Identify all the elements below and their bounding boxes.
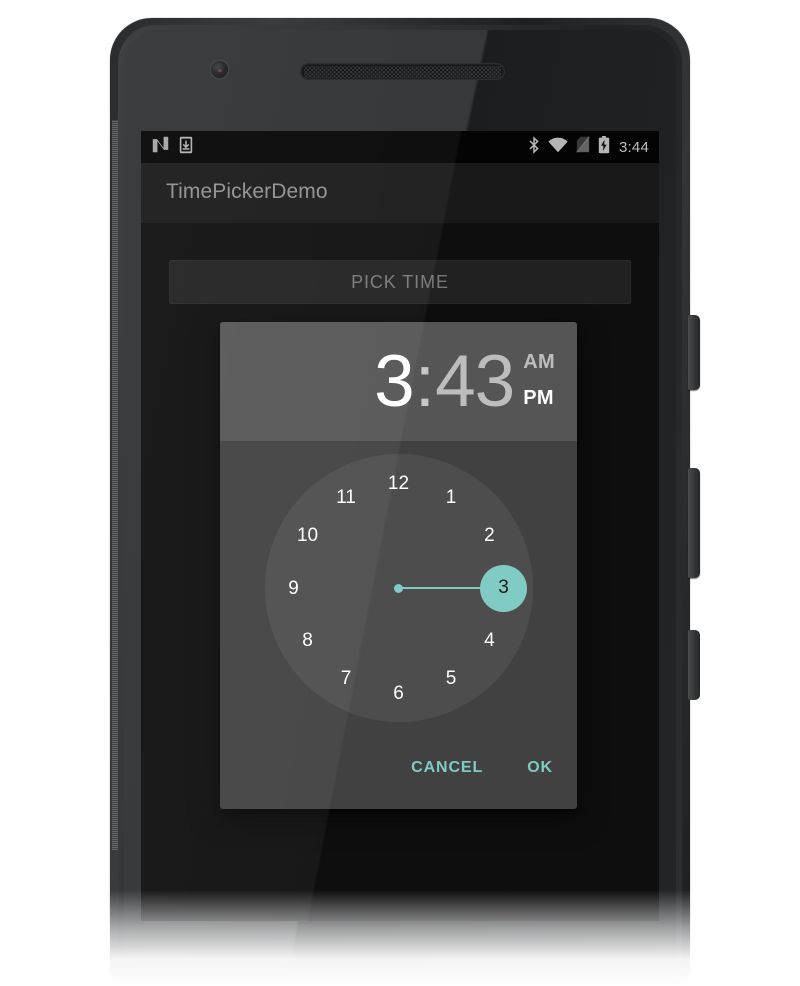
android-n-icon [151,136,170,158]
cancel-button[interactable]: CANCEL [401,751,493,785]
pick-time-button-label: PICK TIME [351,271,449,292]
clock-number[interactable]: 10 [290,518,326,554]
clock-number[interactable]: 2 [471,518,507,554]
status-bar-left-icons [151,136,193,159]
time-separator: : [414,341,435,422]
wifi-icon [548,137,568,158]
time-picker-header: 3 : 43 AM PM [220,322,577,441]
clock-number[interactable]: 8 [290,623,326,659]
time-picker-dialog: 3 : 43 AM PM 12 1 2 3 4 5 6 7 8 9 10 11 CANCEL OK [220,322,577,809]
volume-button[interactable] [688,468,700,578]
download-to-device-icon [179,136,193,159]
status-bar-right-icons: 3:44 [528,135,649,159]
clock-selected-number[interactable]: 3 [480,564,527,612]
time-numbers: 3 : 43 [374,341,515,422]
earpiece-speaker-grille [300,63,505,80]
clock-number[interactable]: 9 [276,570,312,606]
pm-option[interactable]: PM [523,388,555,408]
clock-number[interactable]: 12 [381,465,417,501]
no-sim-icon [576,136,590,158]
ok-button[interactable]: OK [517,751,563,785]
time-display: 3 : 43 AM PM [374,322,555,441]
app-title: TimePickerDemo [166,180,328,203]
app-bar: TimePickerDemo [141,163,659,223]
pick-time-button[interactable]: PICK TIME [169,260,631,304]
battery-charging-icon [598,135,610,159]
am-option[interactable]: AM [523,352,555,372]
clock-number[interactable]: 11 [328,479,364,515]
clock-center-dot [394,583,403,593]
clock-number[interactable]: 4 [471,623,507,659]
front-camera-icon [211,61,228,78]
meridiem-selector: AM PM [523,352,555,412]
status-bar-clock: 3:44 [619,138,649,156]
minute-value[interactable]: 43 [435,345,515,418]
status-bar: 3:44 [141,131,659,163]
phone-screen: 3:44 TimePickerDemo PICK TIME Picked tim… [141,131,659,921]
power-button[interactable] [688,315,700,390]
clock-face[interactable]: 12 1 2 3 4 5 6 7 8 9 10 11 [264,454,533,722]
clock-number[interactable]: 1 [433,479,469,515]
phone-left-edge-texture [112,120,118,850]
bluetooth-icon [528,135,540,159]
clock-number[interactable]: 7 [328,661,364,697]
volume-down-button[interactable] [688,630,700,700]
clock-number[interactable]: 6 [381,675,417,711]
dialog-action-buttons: CANCEL OK [401,751,563,785]
hour-value[interactable]: 3 [374,345,415,418]
clock-number[interactable]: 5 [433,661,469,697]
